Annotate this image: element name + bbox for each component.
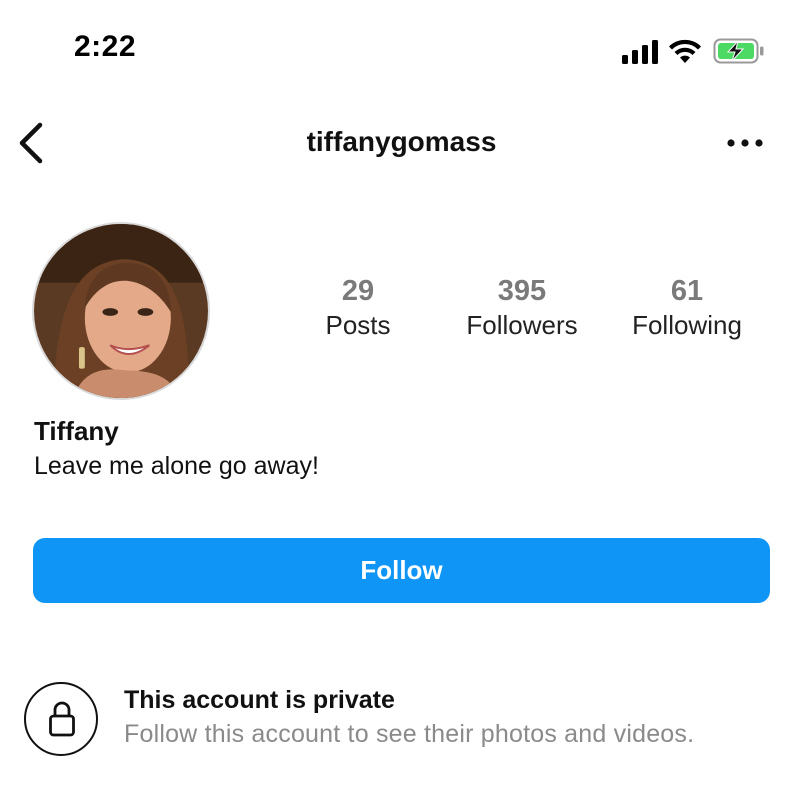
avatar-photo	[34, 224, 208, 398]
private-account-subtitle: Follow this account to see their photos …	[124, 720, 695, 748]
followers-count-label: Followers	[466, 310, 578, 340]
status-time: 2:22	[74, 30, 137, 63]
followers-count-value: 395	[497, 275, 547, 307]
following-count[interactable]: 61 Following	[616, 274, 758, 342]
posts-count[interactable]: 29 Posts	[312, 274, 404, 342]
profile-header: tiffanygomass	[0, 110, 803, 176]
posts-count-label: Posts	[325, 310, 391, 340]
private-lock-badge	[24, 682, 98, 756]
status-bar: 2:22	[0, 0, 803, 100]
followers-count[interactable]: 395 Followers	[452, 274, 592, 342]
private-account-title: This account is private	[124, 686, 395, 714]
following-count-value: 61	[670, 275, 704, 307]
posts-count-value: 29	[341, 275, 375, 307]
lock-icon	[49, 701, 75, 737]
profile-username: tiffanygomass	[306, 126, 497, 157]
profile-avatar[interactable]	[32, 222, 210, 400]
battery-charging-icon	[713, 38, 764, 64]
follow-button[interactable]: Follow	[33, 538, 770, 603]
more-options-icon[interactable]	[726, 136, 764, 150]
wifi-icon	[669, 39, 701, 63]
cellular-signal-icon	[622, 40, 658, 64]
following-count-label: Following	[632, 310, 742, 340]
profile-display-name: Tiffany	[34, 416, 119, 446]
profile-bio: Leave me alone go away!	[34, 452, 319, 480]
